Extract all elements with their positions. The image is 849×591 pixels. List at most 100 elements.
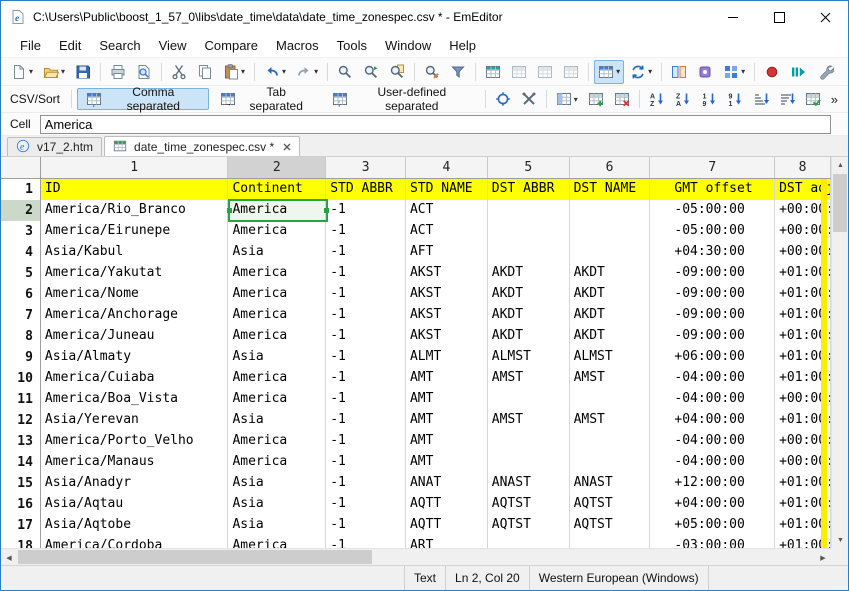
grid-cell[interactable]: -1: [326, 494, 406, 515]
grid-cell[interactable]: -1: [326, 305, 406, 326]
grid-cell[interactable]: -1: [326, 368, 406, 389]
grid-cell[interactable]: Asia: [228, 473, 326, 494]
grid-cell[interactable]: -09:00:00: [650, 326, 775, 347]
open-folder-button[interactable]: ▾: [39, 60, 69, 84]
grid-cell[interactable]: -1: [326, 284, 406, 305]
grid-cell[interactable]: -1: [326, 326, 406, 347]
grid-cell[interactable]: -1: [326, 515, 406, 536]
grid-cell[interactable]: Continent: [228, 179, 326, 200]
toolbar-overflow-button[interactable]: »: [826, 92, 843, 107]
grid-cell[interactable]: -04:00:00: [650, 431, 775, 452]
grid-cell[interactable]: +05:00:00: [650, 515, 775, 536]
grid-cell[interactable]: -04:00:00: [650, 389, 775, 410]
grid-cell[interactable]: AQTT: [406, 515, 488, 536]
print-button[interactable]: [106, 60, 130, 84]
row-number[interactable]: 14: [1, 452, 41, 473]
status-mode[interactable]: Text: [404, 566, 445, 590]
row-number[interactable]: 13: [1, 431, 41, 452]
wrench-button[interactable]: [814, 60, 838, 84]
csv-options-button[interactable]: [491, 87, 515, 111]
grid-cell[interactable]: America/Nome: [41, 284, 229, 305]
close-button[interactable]: [802, 1, 848, 33]
grid-cell[interactable]: AQTST: [570, 515, 651, 536]
manage-columns-button[interactable]: [801, 87, 825, 111]
grid-cell[interactable]: -1: [326, 536, 406, 548]
grid-cell[interactable]: AMT: [406, 410, 488, 431]
grid-cell[interactable]: America: [228, 221, 326, 242]
grid-cell[interactable]: [488, 242, 570, 263]
grid-cell[interactable]: America: [228, 431, 326, 452]
grid-cell[interactable]: [570, 452, 651, 473]
grid-cell[interactable]: America: [228, 368, 326, 389]
status-cursor-position[interactable]: Ln 2, Col 20: [445, 566, 529, 590]
column-header-1[interactable]: 1: [41, 157, 229, 178]
grid-cell[interactable]: ALMT: [406, 347, 488, 368]
find-next-button[interactable]: [359, 60, 383, 84]
menu-search[interactable]: Search: [90, 35, 149, 56]
grid-cell[interactable]: [570, 242, 651, 263]
grid-cell[interactable]: -03:00:00: [650, 536, 775, 548]
grid-cell[interactable]: AMST: [488, 368, 570, 389]
redo-button[interactable]: ▾: [292, 60, 322, 84]
scroll-right-button[interactable]: ▶: [815, 549, 831, 566]
column-header-5[interactable]: 5: [488, 157, 570, 178]
grid-cell[interactable]: -1: [326, 200, 406, 221]
grid-cell[interactable]: AMST: [488, 410, 570, 431]
grid-cell[interactable]: Asia/Yerevan: [41, 410, 229, 431]
grid-cell[interactable]: Asia: [228, 242, 326, 263]
paste-button[interactable]: ▾: [219, 60, 249, 84]
grid-cell[interactable]: STD ABBR: [326, 179, 406, 200]
grid-cell[interactable]: AQTST: [488, 515, 570, 536]
status-encoding[interactable]: Western European (Windows): [529, 566, 709, 590]
grid-cell[interactable]: ALMST: [488, 347, 570, 368]
row-number[interactable]: 11: [1, 389, 41, 410]
cut-button[interactable]: [167, 60, 191, 84]
row-number[interactable]: 5: [1, 263, 41, 284]
customize-button[interactable]: ▾: [719, 60, 749, 84]
grid-cell[interactable]: -1: [326, 410, 406, 431]
undo-button[interactable]: ▾: [260, 60, 290, 84]
grid-cell[interactable]: AMT: [406, 389, 488, 410]
grid-cell[interactable]: -09:00:00: [650, 284, 775, 305]
csv-cell-mode-button[interactable]: ▾: [594, 60, 624, 84]
grid-cell[interactable]: America/Boa_Vista: [41, 389, 229, 410]
grid-cell[interactable]: AKST: [406, 305, 488, 326]
plugins-button[interactable]: [693, 60, 717, 84]
scroll-left-button[interactable]: ◀: [1, 549, 17, 566]
menu-window[interactable]: Window: [376, 35, 440, 56]
grid-cell[interactable]: AMT: [406, 431, 488, 452]
vertical-scrollbar[interactable]: ▲ ▼: [831, 157, 848, 548]
replace-button[interactable]: [420, 60, 444, 84]
menu-file[interactable]: File: [11, 35, 50, 56]
row-number[interactable]: 2: [1, 200, 41, 221]
grid-cell[interactable]: AKST: [406, 284, 488, 305]
convert-csv-button[interactable]: [481, 60, 505, 84]
grid-cell[interactable]: AMT: [406, 452, 488, 473]
grid-cell[interactable]: DST NAME: [570, 179, 651, 200]
grid-cell[interactable]: [488, 221, 570, 242]
reload-encoding-button[interactable]: ▾: [626, 60, 656, 84]
grid-cell[interactable]: AKDT: [488, 326, 570, 347]
sort-numeric-ascending-button[interactable]: 19: [697, 87, 721, 111]
menu-help[interactable]: Help: [440, 35, 485, 56]
tab-date-time-zonespec-csv[interactable]: date_time_zonespec.csv *: [104, 136, 300, 156]
grid-cell[interactable]: -05:00:00: [650, 200, 775, 221]
grid-cell[interactable]: -09:00:00: [650, 263, 775, 284]
grid-cell[interactable]: America/Anchorage: [41, 305, 229, 326]
grid-cell[interactable]: America: [228, 326, 326, 347]
grid-cell[interactable]: [488, 452, 570, 473]
grid-cell[interactable]: -1: [326, 263, 406, 284]
print-preview-button[interactable]: [132, 60, 156, 84]
grid-cell[interactable]: AMST: [570, 410, 651, 431]
filter-button[interactable]: [446, 60, 470, 84]
maximize-button[interactable]: [756, 1, 802, 33]
insert-column-button[interactable]: [584, 87, 608, 111]
sort-length-descending-button[interactable]: [775, 87, 799, 111]
grid-cell[interactable]: America/Porto_Velho: [41, 431, 229, 452]
grid-cell[interactable]: AKST: [406, 326, 488, 347]
grid-cell[interactable]: America/Rio_Branco: [41, 200, 229, 221]
grid-cell[interactable]: [488, 200, 570, 221]
grid-cell[interactable]: STD NAME: [406, 179, 488, 200]
grid-cell[interactable]: Asia: [228, 410, 326, 431]
grid-cell[interactable]: -1: [326, 242, 406, 263]
